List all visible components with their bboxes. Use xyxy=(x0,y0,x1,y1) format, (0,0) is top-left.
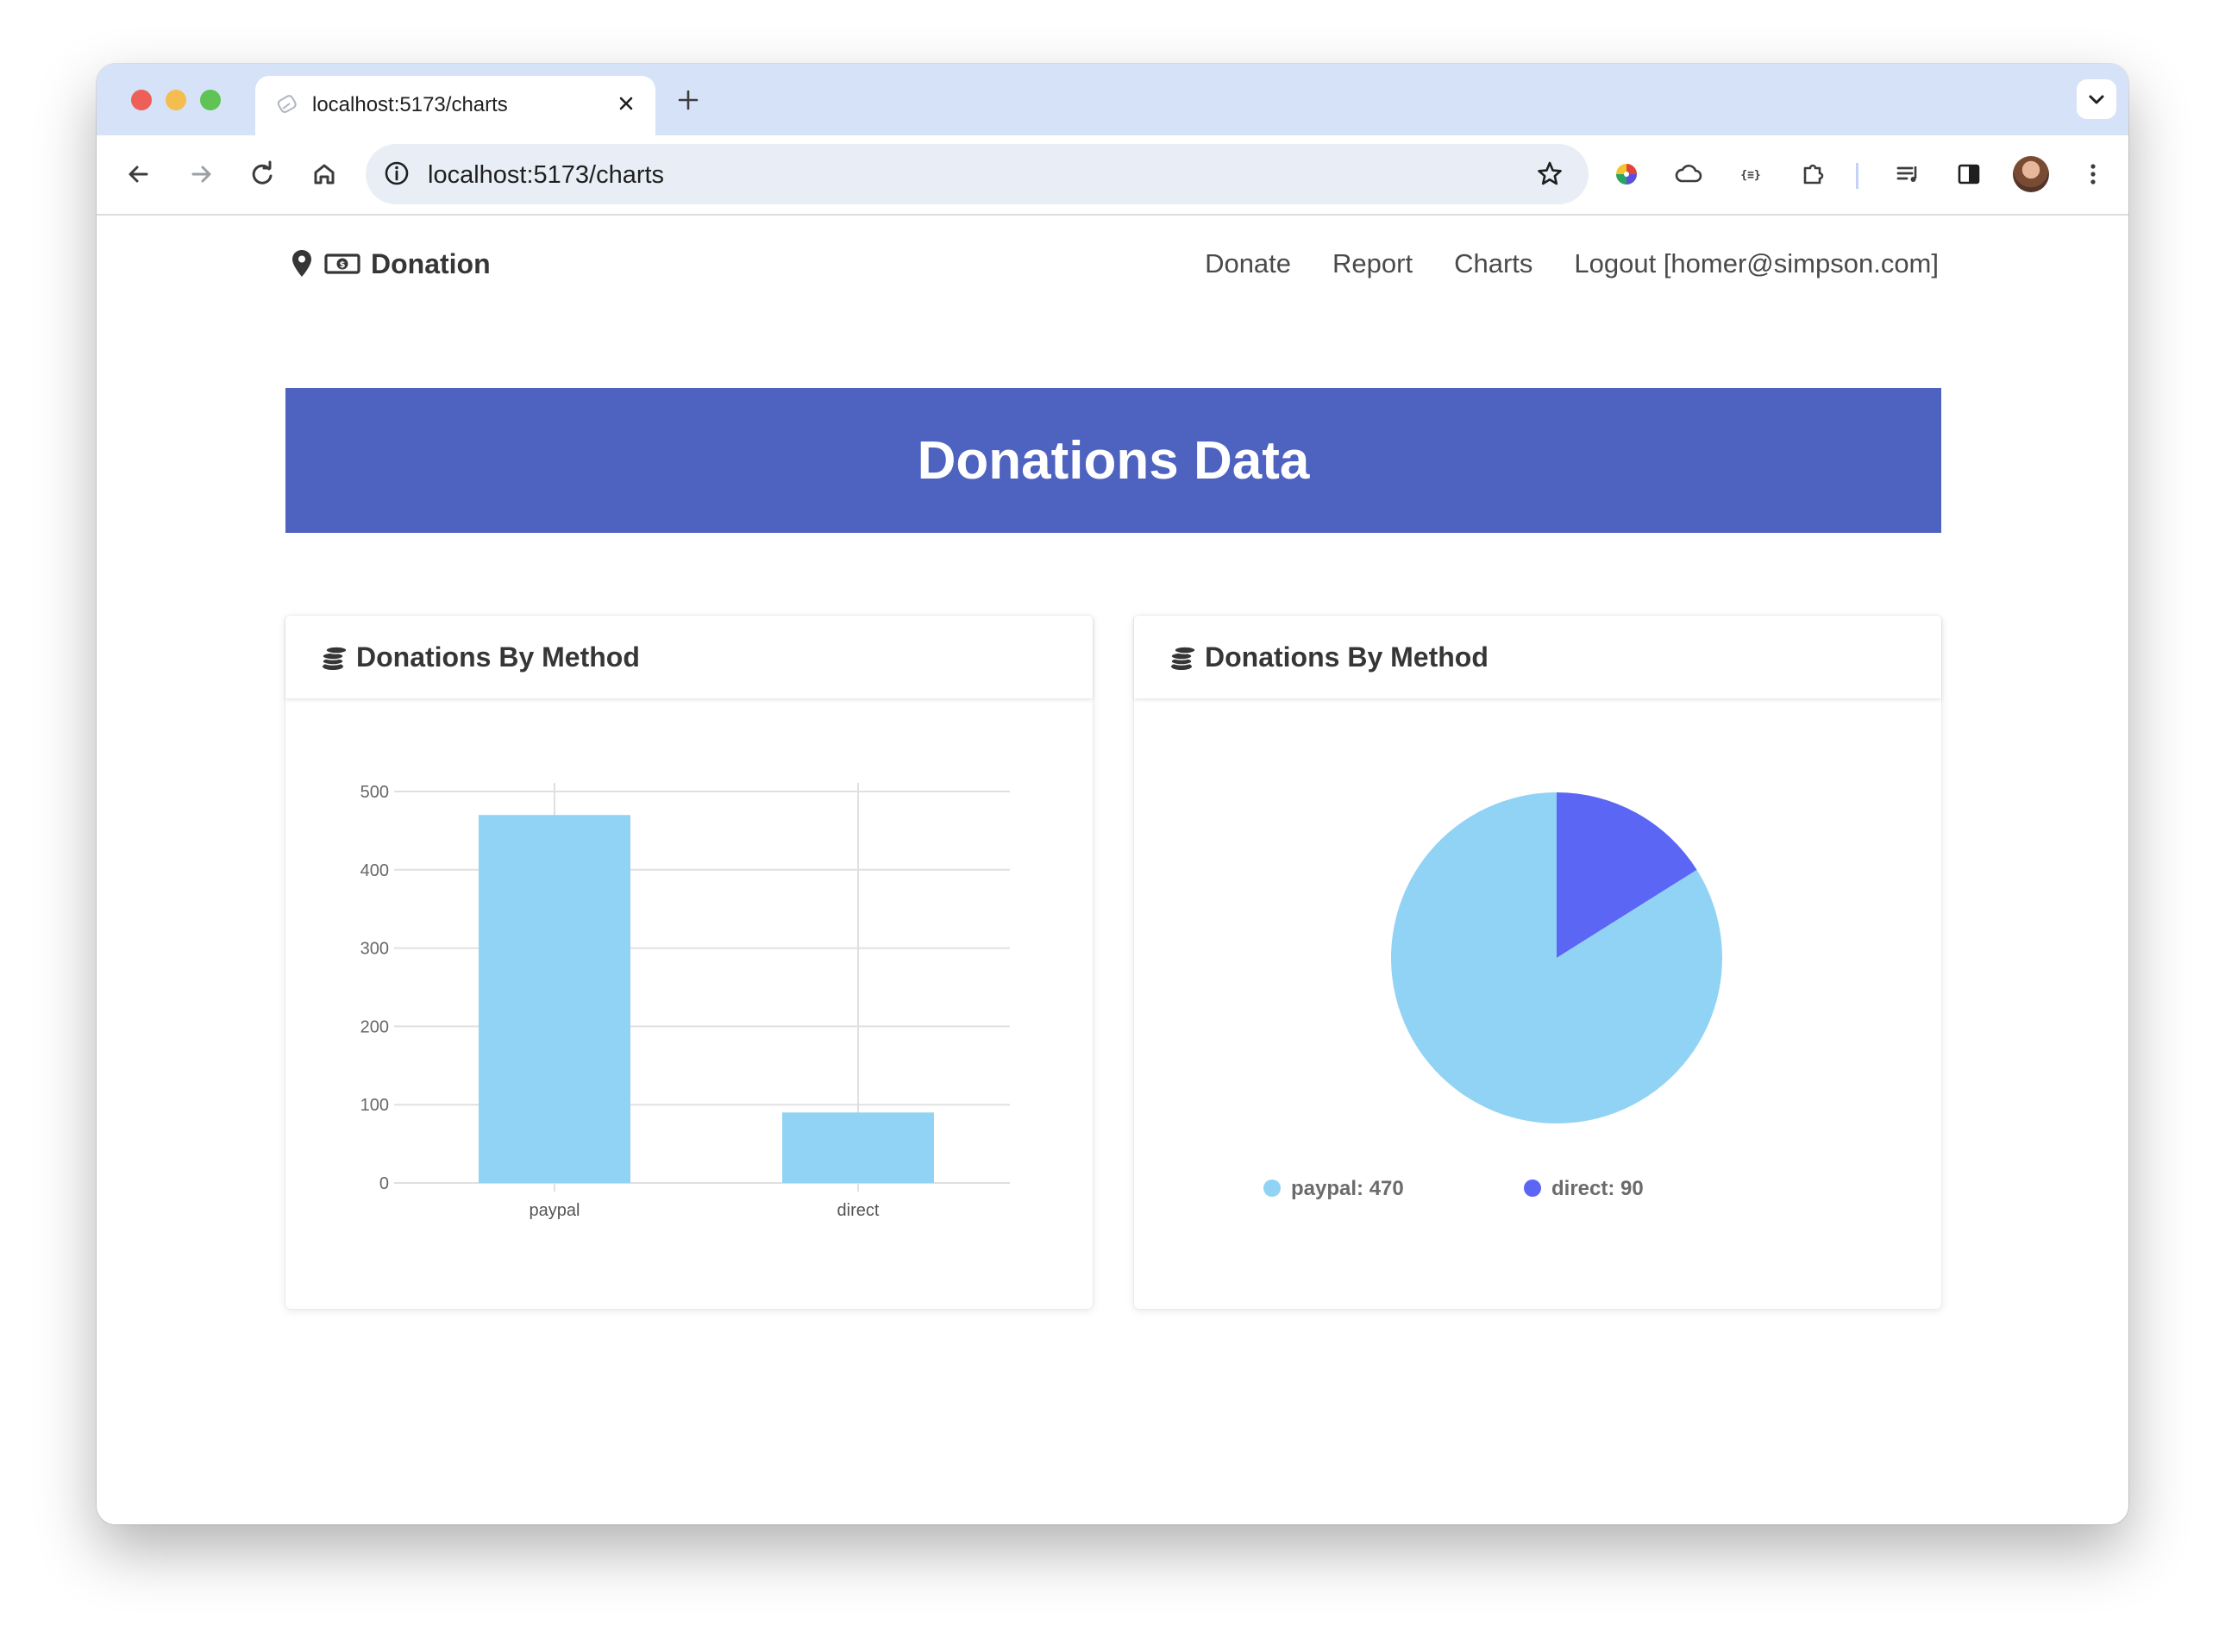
close-window-button[interactable] xyxy=(131,90,152,110)
side-panel-icon[interactable] xyxy=(1951,156,1987,192)
back-arrow-icon[interactable] xyxy=(121,156,157,192)
new-tab-icon[interactable] xyxy=(674,86,702,114)
legend-label: paypal: 470 xyxy=(1291,1177,1404,1200)
reload-icon[interactable] xyxy=(244,156,280,192)
legend-marker xyxy=(1524,1180,1541,1197)
svg-text:{≡}: {≡} xyxy=(1740,169,1760,182)
address-bar[interactable]: localhost:5173/charts xyxy=(366,144,1589,204)
y-tick-label: 400 xyxy=(360,861,389,880)
color-wheel-extension-icon[interactable] xyxy=(1608,156,1645,192)
y-tick-label: 100 xyxy=(360,1096,389,1115)
card-title: Donations By Method xyxy=(356,641,640,673)
nav-link-charts[interactable]: Charts xyxy=(1454,248,1532,279)
legend-marker xyxy=(1263,1180,1281,1197)
tab-charts[interactable]: localhost:5173/charts xyxy=(255,76,655,135)
extensions-puzzle-icon[interactable] xyxy=(1795,156,1831,192)
site-info-icon[interactable] xyxy=(381,158,412,189)
card-header: Donations By Method xyxy=(285,616,1093,698)
home-icon[interactable] xyxy=(306,156,342,192)
map-marker-icon xyxy=(292,250,311,277)
profile-avatar[interactable] xyxy=(2013,156,2049,192)
brand-name: Donation xyxy=(371,247,491,279)
browser-window: localhost:5173/charts localhost:5173/cha… xyxy=(97,64,2128,1524)
page-title: Donations Data xyxy=(917,430,1310,491)
bar-direct xyxy=(782,1112,934,1183)
json-formatter-icon[interactable]: {≡} xyxy=(1733,156,1769,192)
bar-paypal xyxy=(479,815,630,1183)
minimize-window-button[interactable] xyxy=(166,90,186,110)
card-title: Donations By Method xyxy=(1205,641,1489,673)
nav-link-donate[interactable]: Donate xyxy=(1205,248,1291,279)
tab-strip: localhost:5173/charts xyxy=(97,64,2128,135)
navbar-brand[interactable]: $ Donation xyxy=(291,247,491,281)
tab-close-icon[interactable] xyxy=(612,90,640,117)
browser-toolbar: localhost:5173/charts {≡} xyxy=(97,135,2128,216)
maximize-window-button[interactable] xyxy=(200,90,221,110)
bar-chart-card: Donations By Method 0 100 200 300 400 500 payp… xyxy=(285,616,1093,1309)
y-tick-label: 300 xyxy=(360,940,389,959)
nav-link-logout[interactable]: Logout [homer@simpson.com] xyxy=(1574,248,1939,279)
x-tick-label: paypal xyxy=(530,1201,580,1220)
y-tick-label: 500 xyxy=(360,783,389,802)
page-content: $ Donation Donate Report Charts Logout [… xyxy=(97,216,2128,1524)
cloud-icon[interactable] xyxy=(1670,156,1707,192)
y-tick-label: 200 xyxy=(360,1017,389,1036)
reading-list-icon[interactable] xyxy=(1890,156,1926,192)
coins-icon xyxy=(1170,646,1196,670)
nav-link-report[interactable]: Report xyxy=(1332,248,1413,279)
x-tick-label: direct xyxy=(837,1201,880,1220)
url-text[interactable]: localhost:5173/charts xyxy=(428,161,664,190)
toolbar-separator xyxy=(1856,163,1858,189)
hero-banner: Donations Data xyxy=(285,388,1941,533)
svg-text:$: $ xyxy=(340,260,346,270)
navbar-menu: Donate Report Charts Logout [homer@simps… xyxy=(1205,248,1939,279)
pie-chart-card: Donations By Method paypal: 470 direct: 9… xyxy=(1134,616,1941,1309)
svelte-favicon-icon xyxy=(277,95,297,113)
bookmark-star-icon[interactable] xyxy=(1533,158,1566,191)
money-bill-icon: $ xyxy=(324,253,360,274)
pie-chart: paypal: 470 direct: 90 xyxy=(1263,792,1722,1200)
coins-icon xyxy=(322,646,348,670)
card-header: Donations By Method xyxy=(1134,616,1941,698)
legend-label: direct: 90 xyxy=(1551,1177,1644,1200)
bar-chart: 0 100 200 300 400 500 paypal direct xyxy=(360,783,1010,1220)
y-tick-label: 0 xyxy=(379,1174,389,1193)
tab-search-button[interactable] xyxy=(2077,79,2116,119)
forward-arrow-icon[interactable] xyxy=(183,156,219,192)
more-menu-icon[interactable] xyxy=(2075,156,2111,192)
tab-title: localhost:5173/charts xyxy=(312,93,508,116)
chevron-down-icon xyxy=(2089,95,2104,104)
